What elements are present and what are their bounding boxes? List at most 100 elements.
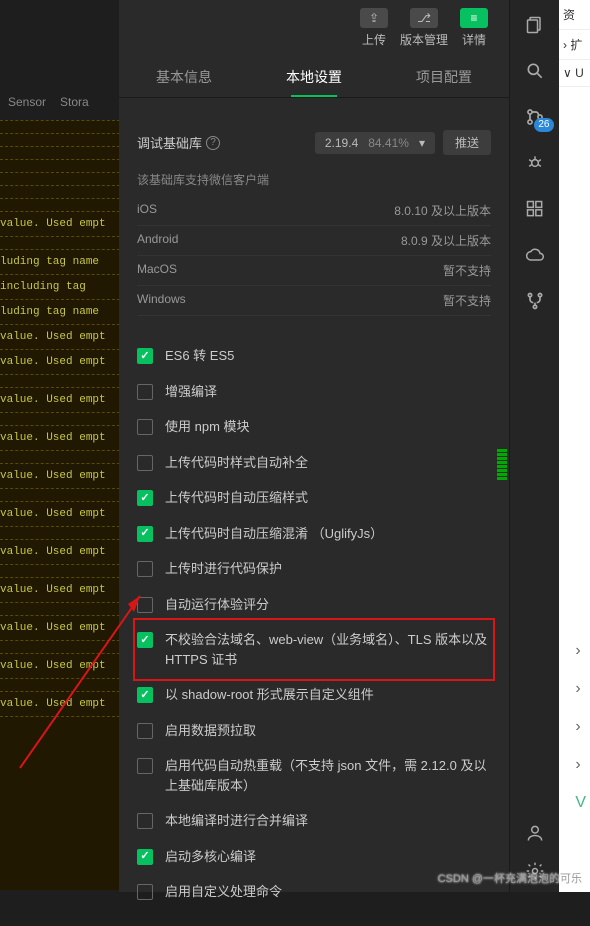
settings-content: 调试基础库 ? 2.19.4 84.41% ▾ 推送 该基础库支持微信客户端 i… (119, 98, 509, 926)
checkbox[interactable] (137, 419, 153, 435)
console-line: value. Used empt (0, 349, 120, 374)
check-label: 上传代码时样式自动补全 (165, 453, 308, 473)
support-text: 该基础库支持微信客户端 (137, 171, 491, 188)
debug-lib-row: 调试基础库 ? 2.19.4 84.41% ▾ 推送 (137, 130, 491, 155)
branch-tree-icon[interactable] (524, 290, 546, 312)
scm-badge: 26 (534, 118, 553, 132)
check-row: ✓启动多核心编译 (137, 839, 491, 875)
check-row: 增强编译 (137, 374, 491, 410)
detail-label: 详情 (462, 31, 486, 48)
console-line (0, 146, 120, 159)
checkbox[interactable] (137, 455, 153, 471)
chevron-right-icon[interactable]: › (575, 680, 586, 698)
console-line: value. Used empt (0, 577, 120, 602)
check-row: ✓ 上传代码时自动压缩混淆 （UglifyJs） (137, 516, 491, 552)
check-label: 以 shadow-root 形式展示自定义组件 (165, 685, 374, 705)
account-icon[interactable] (524, 822, 546, 844)
console-background: value. Used emptluding tag name includin… (0, 120, 120, 890)
console-line (0, 640, 120, 653)
chevron-right-icon[interactable]: › (575, 642, 586, 660)
push-button[interactable]: 推送 (443, 130, 491, 155)
check-row: 启用代码自动热重载（不支持 json 文件，需 2.12.0 及以上基础库版本） (137, 748, 491, 803)
checkbox[interactable] (137, 384, 153, 400)
info-icon[interactable]: ? (206, 136, 220, 150)
check-label: 不校验合法域名、web-view（业务域名）、TLS 版本以及 HTTPS 证书 (165, 630, 491, 669)
version-percent: 84.41% (368, 136, 409, 150)
tab-basic[interactable]: 基本信息 (119, 56, 249, 97)
console-line (0, 678, 120, 691)
checkbox[interactable] (137, 884, 153, 900)
version-select[interactable]: 2.19.4 84.41% ▾ (315, 132, 435, 154)
check-label: 自动运行体验评分 (165, 595, 269, 615)
checkbox[interactable]: ✓ (137, 526, 153, 542)
version-button[interactable]: ⎇ 版本管理 (399, 0, 449, 56)
checkbox[interactable]: ✓ (137, 632, 153, 648)
extensions-icon[interactable] (524, 198, 546, 220)
tab-local[interactable]: 本地设置 (249, 56, 379, 97)
platform-req: 暂不支持 (443, 262, 491, 279)
console-line (0, 198, 120, 211)
check-row: 上传时进行代码保护 (137, 551, 491, 587)
version-label: 版本管理 (400, 31, 448, 48)
side-panel: 资 › 扩 ∨ U › › › › V (559, 0, 590, 892)
check-label: 启用代码自动热重载（不支持 json 文件，需 2.12.0 及以上基础库版本） (165, 756, 491, 795)
checkbox[interactable] (137, 758, 153, 774)
console-line (0, 185, 120, 198)
col-storage: Stora (60, 95, 89, 115)
console-line: value. Used empt (0, 324, 120, 349)
platform-name: iOS (137, 202, 157, 219)
cloud-icon[interactable] (524, 244, 546, 266)
checkbox[interactable] (137, 723, 153, 739)
source-control-icon[interactable]: 26 (524, 106, 546, 128)
col-sensor: Sensor (8, 95, 46, 115)
checkbox[interactable] (137, 597, 153, 613)
debug-icon[interactable] (524, 152, 546, 174)
check-label: 上传代码时自动压缩样式 (165, 488, 308, 508)
console-line (0, 412, 120, 425)
tab-project[interactable]: 项目配置 (379, 56, 509, 97)
watermark: CSDN @一杯充满泡泡的可乐 (438, 870, 582, 886)
platform-name: Android (137, 232, 178, 249)
checkbox[interactable] (137, 561, 153, 577)
top-toolbar: ⇪ 上传 ⎇ 版本管理 ≡ 详情 (119, 0, 509, 56)
upload-label: 上传 (362, 31, 386, 48)
activity-bar: 26 (509, 0, 559, 892)
tab-bar: 基本信息 本地设置 项目配置 (119, 56, 509, 98)
side-item-2[interactable]: › 扩 (559, 30, 590, 60)
console-line: value. Used empt (0, 463, 120, 488)
console-line: value. Used empt (0, 691, 120, 716)
checkbox[interactable]: ✓ (137, 849, 153, 865)
files-icon[interactable] (524, 14, 546, 36)
settings-panel: ⇪ 上传 ⎇ 版本管理 ≡ 详情 基本信息 本地设置 项目配置 调试基础库 ? … (119, 0, 509, 892)
side-item-3[interactable]: ∨ U (559, 60, 590, 87)
console-line (0, 120, 120, 133)
detail-button[interactable]: ≡ 详情 (449, 0, 499, 56)
console-line (0, 236, 120, 249)
checkbox[interactable] (137, 813, 153, 829)
console-line: including tag (0, 274, 120, 299)
check-label: ES6 转 ES5 (165, 346, 234, 366)
check-row: ✓ 以 shadow-root 形式展示自定义组件 (137, 677, 491, 713)
vue-icon[interactable]: V (575, 794, 586, 812)
chevron-right-icon[interactable]: › (575, 718, 586, 736)
check-label: 上传时进行代码保护 (165, 559, 282, 579)
console-line: luding tag name (0, 299, 120, 324)
platform-row: MacOS暂不支持 (137, 256, 491, 286)
check-row: 本地编译时进行合并编译 (137, 803, 491, 839)
platform-req: 8.0.10 及以上版本 (394, 202, 491, 219)
branch-icon: ⎇ (410, 8, 438, 28)
checkbox[interactable]: ✓ (137, 490, 153, 506)
check-row: 启用数据预拉取 (137, 713, 491, 749)
search-icon[interactable] (524, 60, 546, 82)
check-row: 上传代码时样式自动补全 (137, 445, 491, 481)
console-line (0, 488, 120, 501)
chevron-right-icon[interactable]: › (575, 756, 586, 774)
side-item-1[interactable]: 资 (559, 0, 590, 30)
upload-button[interactable]: ⇪ 上传 (349, 0, 399, 56)
console-line: value. Used empt (0, 539, 120, 564)
chevron-down-icon: ▾ (419, 136, 425, 150)
checkbox[interactable]: ✓ (137, 348, 153, 364)
check-label: 上传代码时自动压缩混淆 （UglifyJs） (165, 524, 383, 544)
checkbox[interactable]: ✓ (137, 687, 153, 703)
version-number: 2.19.4 (325, 136, 358, 150)
